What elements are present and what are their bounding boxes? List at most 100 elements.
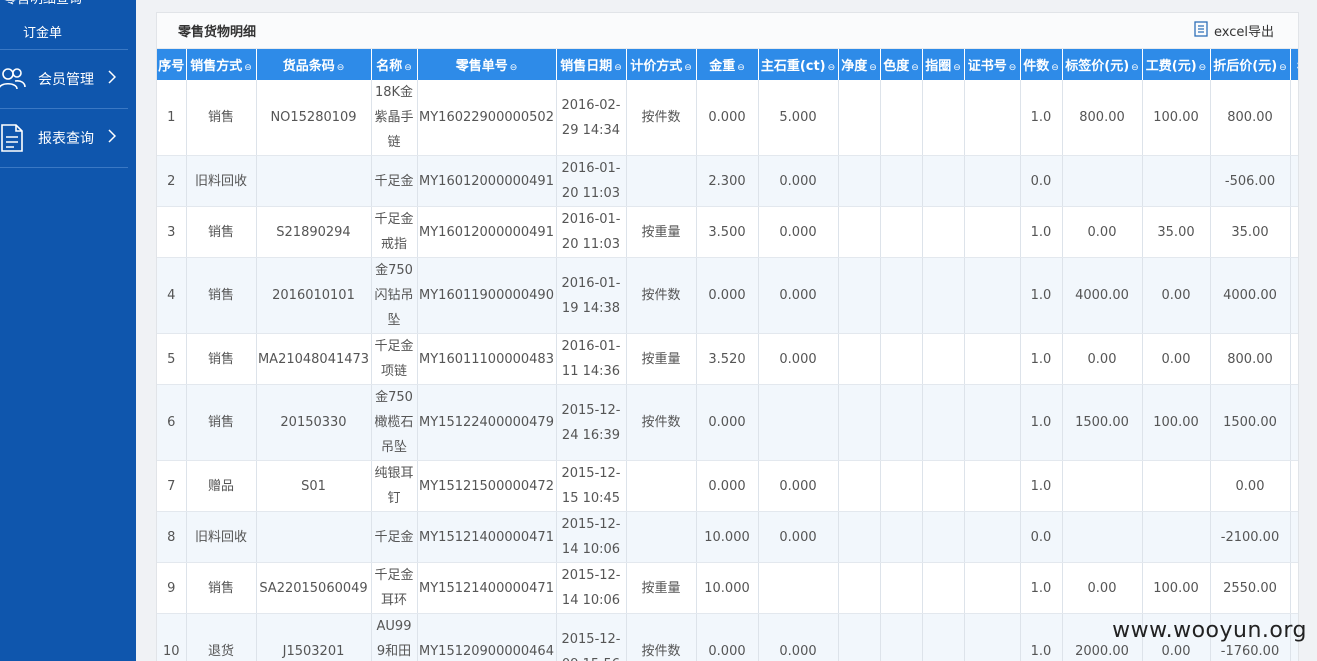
column-header[interactable]: 销售方式 ⊖ — [186, 49, 257, 80]
table-cell — [1290, 511, 1298, 563]
excel-export-button[interactable]: excel导出 — [1194, 20, 1274, 41]
column-header[interactable]: 证书号 ⊖ — [964, 49, 1021, 80]
column-header[interactable]: 销售日期 ⊖ — [556, 49, 627, 80]
table-cell: 100.00 — [1142, 80, 1211, 156]
table-cell: 销售 — [186, 562, 257, 614]
report-icon — [0, 120, 30, 156]
table-cell: 0.000 — [758, 613, 839, 661]
column-header[interactable]: 名称 ⊖ — [371, 49, 418, 80]
sort-icon[interactable]: ⊖ — [614, 63, 622, 73]
column-header[interactable]: 主石重(ct) ⊖ — [758, 49, 839, 80]
table-cell: S01 — [256, 460, 372, 512]
table-cell: 0.000 — [696, 257, 759, 334]
sidebar-item-retail-detail[interactable]: 零售明细查询 — [0, 0, 136, 8]
table-cell — [838, 613, 881, 661]
table-cell: 9 — [157, 562, 187, 614]
table-cell: 0.000 — [758, 460, 839, 512]
watermark: www.wooyun.org — [1112, 618, 1307, 643]
table-row[interactable]: 5 销售 MA21048041473 千足金项链 MY16011100000483 201… — [157, 333, 1298, 385]
table-cell: -2100.00 — [1210, 511, 1291, 563]
sort-icon[interactable]: ⊖ — [337, 63, 345, 73]
table-cell: 销售 — [186, 257, 257, 334]
table-header-row: 序号 销售方式 ⊖ 货品条码 ⊖ 名称 ⊖ 零售单号 ⊖ 销售日期 ⊖ 计价方式 ⊖ 金重 ⊖ 主石重(ct)… — [157, 49, 1298, 80]
table-cell — [838, 206, 881, 258]
table-cell: 1.0 — [1020, 384, 1063, 461]
sort-icon[interactable]: ⊖ — [1279, 63, 1287, 73]
table-cell: 1500.00 — [1062, 384, 1143, 461]
table-cell: 0.00 — [1062, 333, 1143, 385]
table-cell: 2.300 — [696, 155, 759, 207]
sort-icon[interactable]: ⊖ — [684, 63, 692, 73]
column-header[interactable]: 指圈 ⊖ — [922, 49, 965, 80]
table-row[interactable]: 1 销售 NO15280109 18K金紫晶手链 MY16022900000502 201… — [157, 80, 1298, 156]
table-cell: 3.500 — [696, 206, 759, 258]
sidebar-item-deposit-order[interactable]: 订金单 — [23, 22, 62, 41]
column-header[interactable]: 净度 ⊖ — [838, 49, 881, 80]
table-cell — [1290, 257, 1298, 334]
column-header-label: 零售单号 — [455, 59, 508, 74]
table-cell: 1.0 — [1020, 333, 1063, 385]
table-row[interactable]: 3 销售 S21890294 千足金戒指 MY16012000000491 2016-01… — [157, 206, 1298, 258]
sort-icon[interactable]: ⊖ — [911, 63, 919, 73]
sort-icon[interactable]: ⊖ — [828, 63, 836, 73]
table-cell — [922, 155, 965, 207]
table-cell: MY15122400000479 — [417, 384, 557, 461]
table-cell — [964, 511, 1021, 563]
table-cell: 0.000 — [758, 206, 839, 258]
column-header[interactable]: 色度 ⊖ — [880, 49, 923, 80]
column-header[interactable]: 货品条码 ⊖ — [256, 49, 372, 80]
column-header[interactable]: 件数 ⊖ — [1020, 49, 1063, 80]
column-header[interactable]: 计价方式 ⊖ — [626, 49, 697, 80]
sort-icon[interactable]: ⊖ — [869, 63, 877, 73]
sort-icon[interactable]: ⊖ — [737, 63, 745, 73]
table-cell: 1500.00 — [1210, 384, 1291, 461]
table-cell: 0.000 — [758, 511, 839, 563]
table-cell: 2015-12-09 15:56 — [556, 613, 627, 661]
column-header[interactable]: 标签价(元) ⊖ — [1062, 49, 1143, 80]
column-header[interactable]: 金重 ⊖ — [696, 49, 759, 80]
table-row[interactable]: 4 销售 2016010101 金750闪钻吊坠 MY16011900000490 201… — [157, 257, 1298, 334]
table-cell: 按重量 — [626, 562, 697, 614]
page-title: 零售货物明细 — [178, 25, 257, 40]
table-cell: 6 — [157, 384, 187, 461]
table-cell — [922, 613, 965, 661]
table-cell: 0.00 — [1062, 206, 1143, 258]
table-cell: 0.000 — [758, 333, 839, 385]
sort-icon[interactable]: ⊖ — [953, 63, 961, 73]
table-row[interactable]: 6 销售 20150330 金750橄榄石吊坠 MY15122400000479 2015… — [157, 384, 1298, 461]
column-header-label: 计价方式 — [630, 59, 683, 74]
sort-icon[interactable]: ⊖ — [1051, 63, 1059, 73]
sort-icon[interactable]: ⊖ — [1131, 63, 1139, 73]
table-cell: 千足金 — [371, 155, 418, 207]
sidebar-item-reports[interactable]: 报表查询 — [0, 109, 136, 167]
table-cell — [1290, 206, 1298, 258]
table-row[interactable]: 2 旧料回收 千足金 MY16012000000491 2016-01-20 11:03… — [157, 155, 1298, 207]
column-header-label: 件数 — [1023, 59, 1050, 74]
column-header[interactable]: 零售单号 ⊖ — [417, 49, 557, 80]
table-cell — [964, 333, 1021, 385]
column-header[interactable]: 工费(元) ⊖ — [1142, 49, 1211, 80]
table-cell: 0.000 — [696, 384, 759, 461]
sort-icon[interactable]: ⊖ — [510, 63, 518, 73]
table-cell — [626, 155, 697, 207]
sort-icon[interactable]: ⊖ — [404, 63, 412, 73]
sort-icon[interactable]: ⊖ — [1009, 63, 1017, 73]
table-row[interactable]: 9 销售 SA22015060049 千足金耳环 MY15121400000471 201… — [157, 562, 1298, 614]
table-cell: MY16012000000491 — [417, 206, 557, 258]
table-cell: 1 — [157, 80, 187, 156]
sort-icon[interactable]: ⊖ — [1199, 63, 1207, 73]
table-cell — [922, 257, 965, 334]
table-row[interactable]: 8 旧料回收 千足金 MY15121400000471 2015-12-14 10:06… — [157, 511, 1298, 563]
table-cell — [256, 155, 372, 207]
sidebar-item-members[interactable]: 会员管理 — [0, 50, 136, 108]
column-header[interactable]: 折后价(元) ⊖ — [1210, 49, 1291, 80]
table-cell — [964, 384, 1021, 461]
table-cell — [838, 257, 881, 334]
table-cell: 1.0 — [1020, 206, 1063, 258]
table-cell: 按件数 — [626, 257, 697, 334]
column-header-label: 净度 — [841, 59, 868, 74]
sort-icon[interactable]: ⊖ — [244, 63, 252, 73]
table-row[interactable]: 7 赠品 S01 纯银耳钉 MY15121500000472 2015-12-15 10:… — [157, 460, 1298, 512]
table-cell — [880, 384, 923, 461]
table-cell: -506.00 — [1210, 155, 1291, 207]
